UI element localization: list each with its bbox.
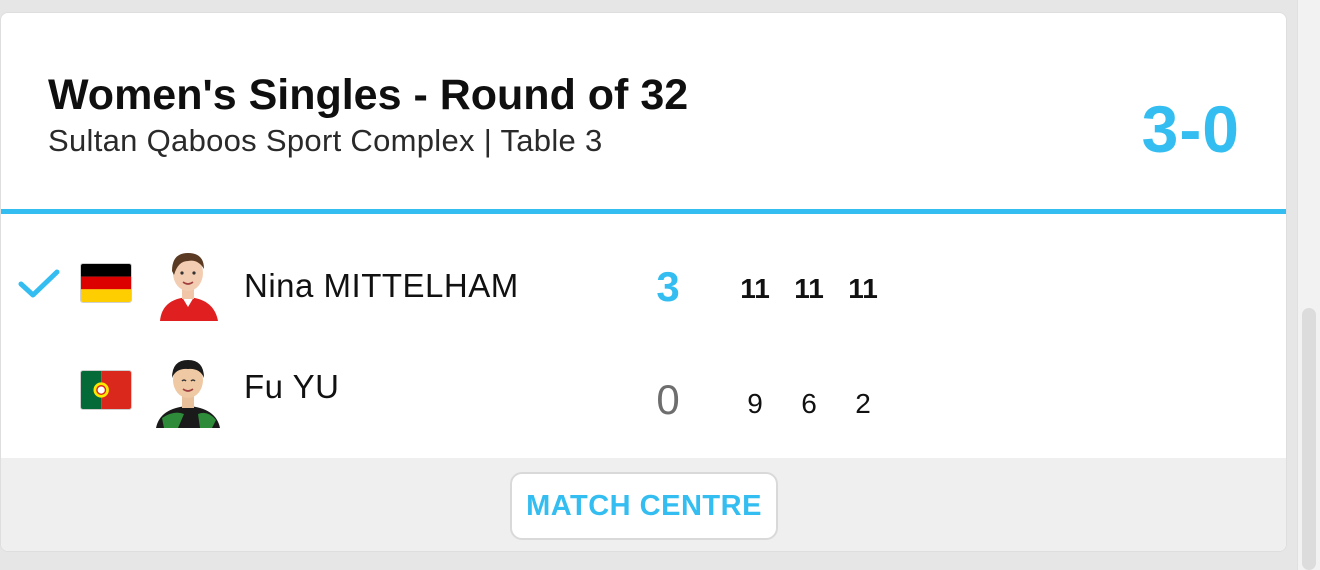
player-avatar [154, 348, 222, 428]
game-3-score: 2 [855, 388, 871, 419]
match-score: 3-0 [1141, 92, 1240, 166]
winner-check-icon [18, 269, 60, 298]
game-2-score: 6 [801, 388, 817, 419]
game-3-score: 11 [848, 273, 878, 304]
header-divider [1, 209, 1286, 214]
sets-won: 3 [656, 263, 680, 310]
portugal-flag-icon [80, 370, 132, 410]
game-2-score: 11 [794, 273, 824, 304]
match-card: Women's Singles - Round of 32 Sultan Qab… [0, 12, 1287, 552]
page-scrollbar[interactable] [1297, 0, 1320, 570]
player-name: Nina MITTELHAM [244, 267, 519, 304]
player-row: Nina MITTELHAM 3 11 11 11 [1, 241, 1286, 321]
player-avatar [154, 241, 222, 321]
sets-won: 0 [656, 376, 680, 423]
game-1-score: 9 [747, 388, 763, 419]
match-title: Women's Singles - Round of 32 [48, 71, 689, 119]
scrollbar-thumb[interactable] [1302, 308, 1316, 570]
match-centre-button[interactable]: MATCH CENTRE [510, 472, 778, 540]
player-name: Fu YU [244, 368, 340, 405]
match-venue: Sultan Qaboos Sport Complex | Table 3 [48, 123, 603, 158]
player-row: Fu YU 0 9 6 2 [1, 348, 1286, 428]
game-1-score: 11 [740, 273, 770, 304]
card-footer: MATCH CENTRE [1, 458, 1286, 551]
germany-flag-icon [80, 263, 132, 303]
match-header: Women's Singles - Round of 32 Sultan Qab… [1, 13, 1286, 211]
